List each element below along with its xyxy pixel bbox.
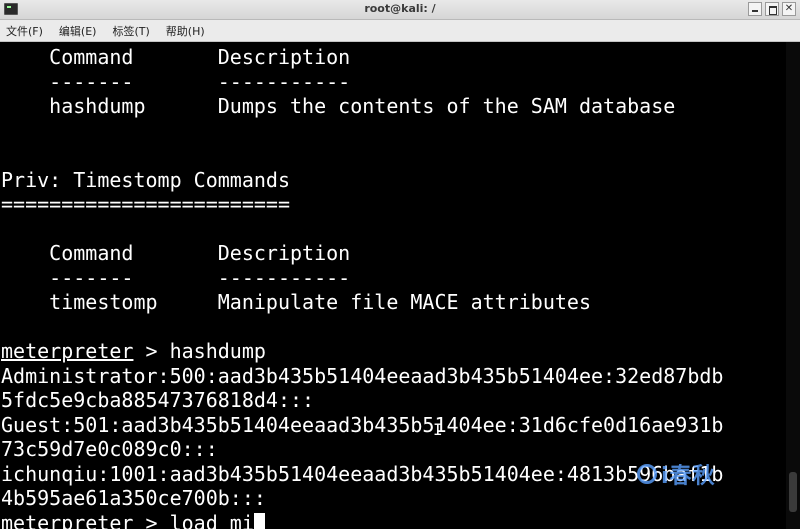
terminal-line: Command Description: [1, 241, 351, 265]
menu-edit[interactable]: 编辑(E): [59, 23, 97, 39]
scrollbar-thumb[interactable]: [789, 472, 797, 512]
terminal-line: Guest:501:aad3b435b51404eeaad3b435b51404…: [1, 413, 724, 437]
terminal-line: Priv: Timestomp Commands: [1, 168, 290, 192]
watermark-text: i春秋: [661, 464, 716, 489]
terminal-line: ------- -----------: [1, 70, 351, 94]
terminal-window: root@kali: / ✕ 文件(F) 编辑(E) 标签(T) 帮助(H) C…: [0, 0, 800, 529]
terminal-line: timestomp Manipulate file MACE attribute…: [1, 290, 592, 314]
input-line[interactable]: meterpreter > load mi: [1, 511, 265, 529]
command-input[interactable]: > load mi: [133, 511, 253, 529]
terminal-line: ========================: [1, 192, 290, 216]
prompt-label: meterpreter: [1, 511, 134, 529]
maximize-icon: [769, 6, 777, 15]
terminal-line: 4b595ae61a350ce700b:::: [1, 486, 266, 510]
terminal-output[interactable]: Command Description ------- ----------- …: [0, 42, 786, 529]
terminal-line: ichunqiu:1001:aad3b435b51404eeaad3b435b5…: [1, 462, 724, 486]
command-text: > hashdump: [133, 339, 266, 363]
terminal-line: hashdump Dumps the contents of the SAM d…: [1, 94, 676, 118]
close-icon: ✕: [784, 3, 794, 14]
window-title: root@kali: /: [364, 2, 436, 15]
prompt-label: meterpreter: [1, 339, 134, 363]
terminal-line: Administrator:500:aad3b435b51404eeaad3b4…: [1, 364, 724, 388]
minimize-button[interactable]: [748, 2, 762, 16]
window-controls: ✕: [748, 2, 796, 16]
menu-bar: 文件(F) 编辑(E) 标签(T) 帮助(H): [0, 20, 800, 42]
menu-file[interactable]: 文件(F): [6, 23, 43, 39]
text-cursor: [253, 513, 265, 529]
watermark: i春秋: [637, 458, 716, 490]
menu-help[interactable]: 帮助(H): [166, 23, 205, 39]
scrollbar[interactable]: [786, 42, 800, 529]
menu-tabs[interactable]: 标签(T): [112, 23, 149, 39]
terminal-line: 73c59d7e0c089c0:::: [1, 437, 218, 461]
ibeam-cursor-icon: I: [433, 420, 443, 439]
maximize-button[interactable]: [765, 2, 779, 16]
terminal-line: 5fdc5e9cba88547376818d4:::: [1, 388, 315, 412]
minimize-icon: [752, 10, 758, 12]
terminal-line: Command Description: [1, 45, 351, 69]
watermark-logo-icon: [637, 464, 657, 484]
close-button[interactable]: ✕: [782, 2, 796, 16]
prompt-line: meterpreter > hashdump: [1, 339, 266, 364]
title-bar[interactable]: root@kali: / ✕: [0, 0, 800, 20]
terminal-line: ------- -----------: [1, 266, 351, 290]
